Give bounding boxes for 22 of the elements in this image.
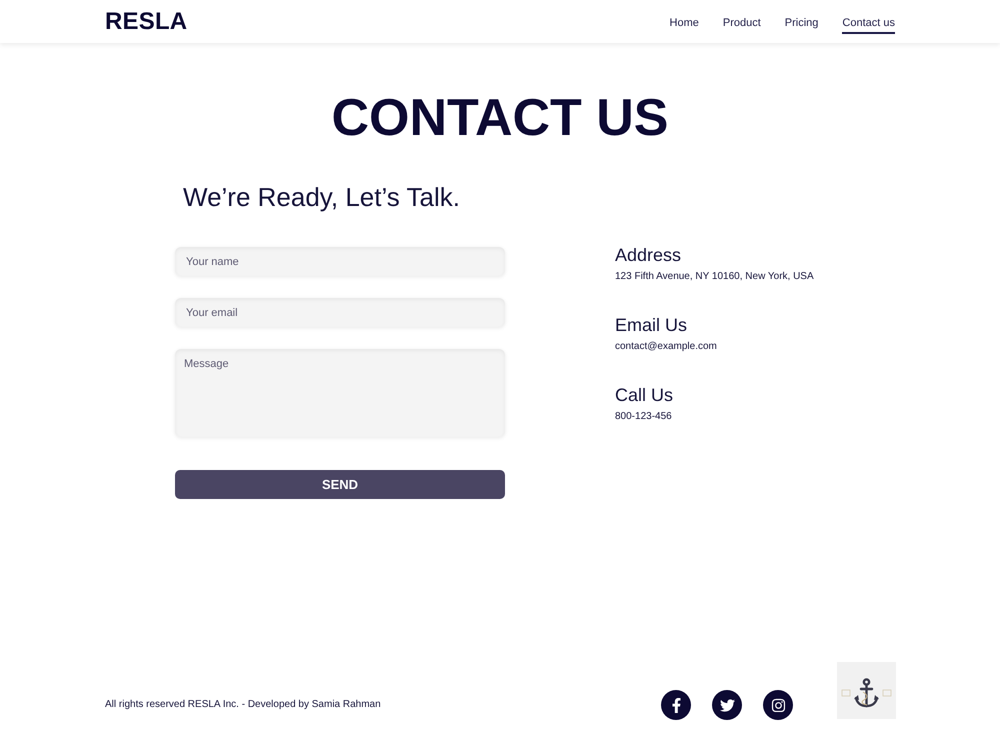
brand-logo[interactable]: RESLA <box>105 8 188 36</box>
text-input-field[interactable]: Your email <box>175 298 505 327</box>
contact-heading: Call Us <box>615 384 674 406</box>
twitter-icon[interactable] <box>712 690 742 720</box>
nav-link[interactable]: Home <box>670 13 699 34</box>
nav-link[interactable]: Product <box>722 13 761 34</box>
nav-link[interactable]: Contact us <box>842 13 895 34</box>
contact-heading: Email Us <box>615 314 688 336</box>
tagline: We’re Ready, Let’s Talk. <box>183 181 461 213</box>
text-input-field[interactable]: Your name <box>175 247 505 276</box>
message-field[interactable]: Message <box>175 349 505 437</box>
contact-heading: Address <box>615 244 682 266</box>
contact-detail: contact@example.com <box>615 340 718 354</box>
nav-link[interactable]: Pricing <box>784 13 818 34</box>
page-title: CONTACT US <box>330 88 670 148</box>
copyright-text: All rights reserved RESLA Inc. - Developed by Samia Rahman <box>105 699 381 711</box>
instagram-icon[interactable] <box>763 690 793 720</box>
facebook-icon[interactable] <box>661 690 691 720</box>
contact-detail: 800-123-456 <box>615 410 673 424</box>
anchor-logo <box>837 662 896 719</box>
send-button[interactable]: SEND <box>175 470 505 499</box>
contact-detail: 123 Fifth Avenue, NY 10160, New York, USA <box>615 270 814 284</box>
